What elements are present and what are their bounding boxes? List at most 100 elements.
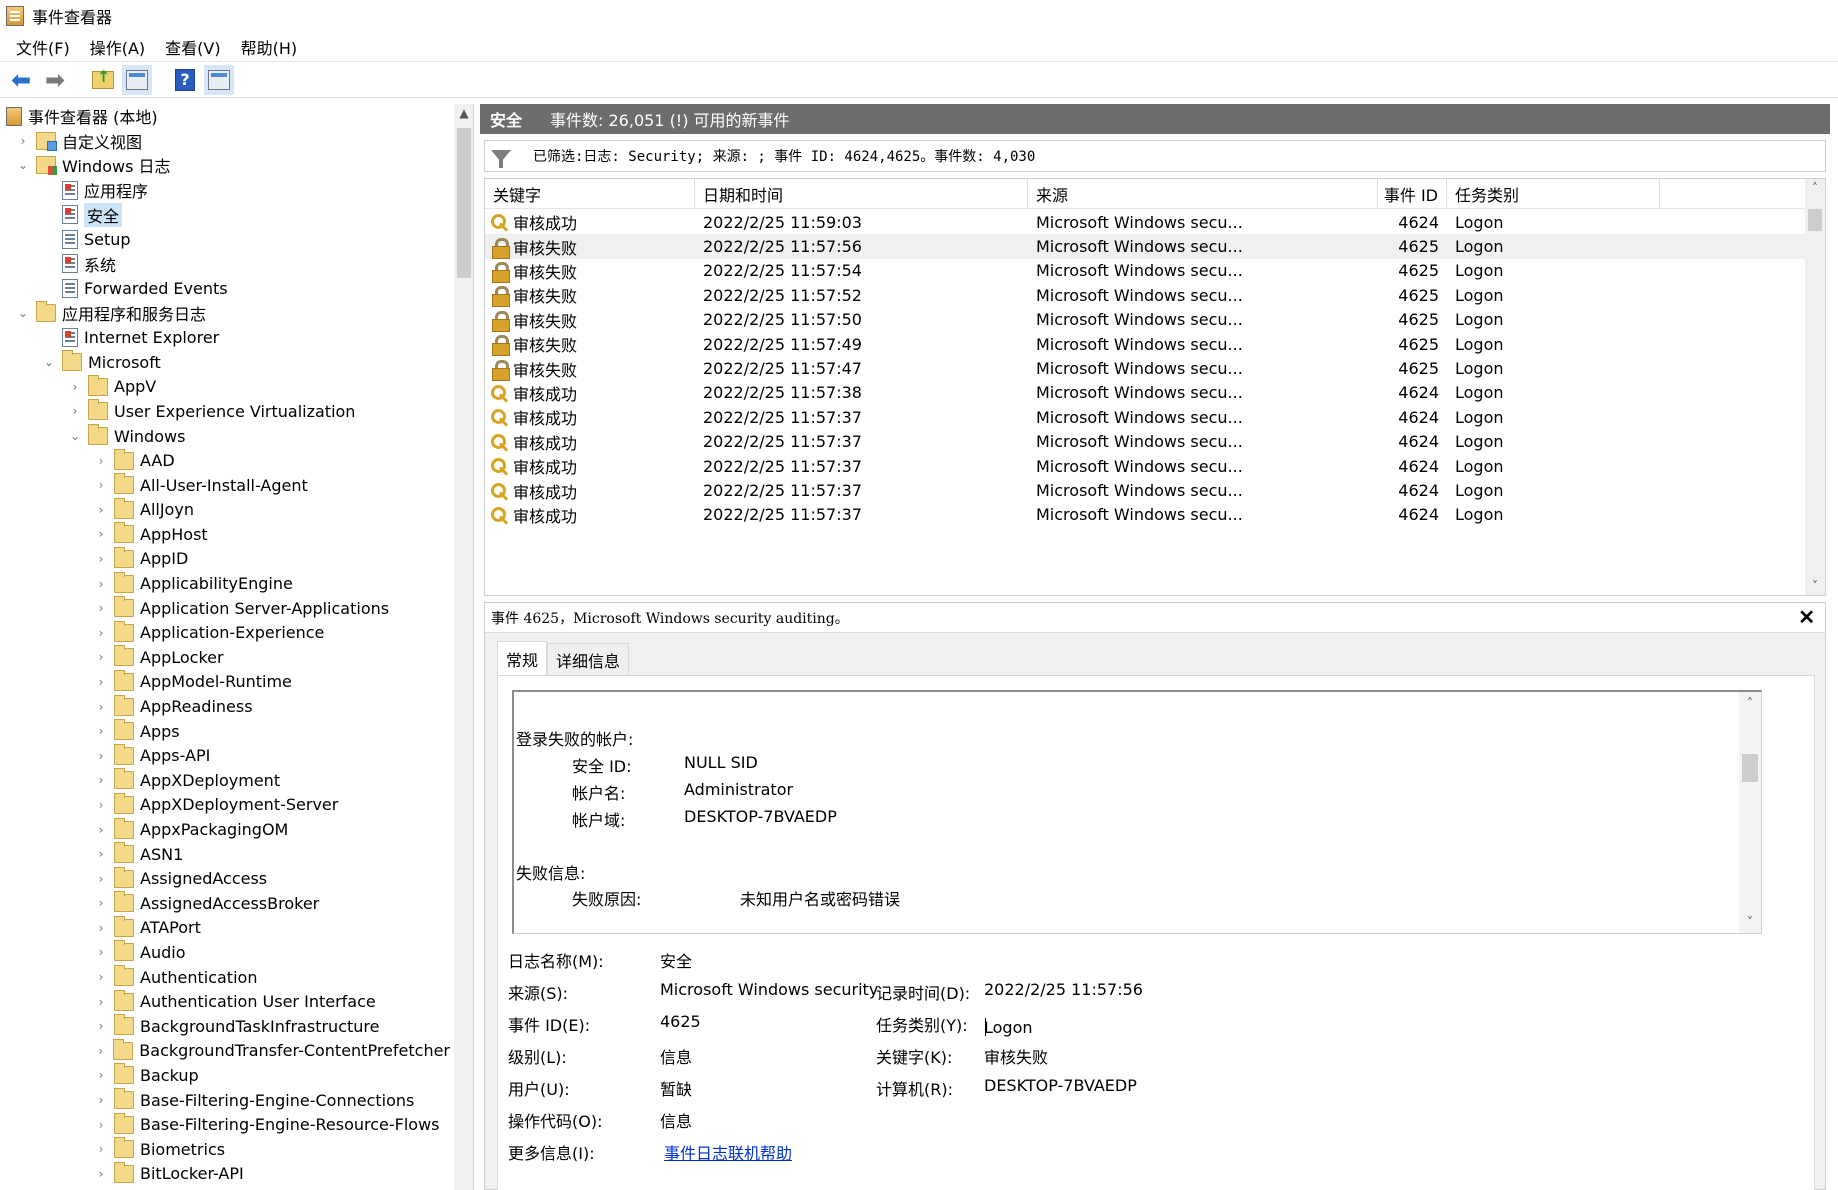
chevron-right-icon[interactable]: › <box>94 749 108 763</box>
table-row[interactable]: 审核成功 2022/2/25 11:57:37 Microsoft Windows … <box>485 478 1805 502</box>
chevron-right-icon[interactable]: › <box>94 970 108 984</box>
tree-item[interactable]: › AppV <box>0 374 450 400</box>
chevron-right-icon[interactable]: › <box>94 1118 108 1132</box>
tree-item[interactable]: › Apps <box>0 719 450 744</box>
chevron-right-icon[interactable]: › <box>94 552 108 566</box>
chevron-right-icon[interactable]: › <box>94 798 108 812</box>
chevron-right-icon[interactable]: › <box>94 1142 108 1156</box>
chevron-right-icon[interactable]: › <box>94 921 108 935</box>
tree-item[interactable]: › 自定义视图 <box>0 129 450 154</box>
event-list-scrollbar[interactable]: ˄ ˅ <box>1805 179 1825 595</box>
chevron-right-icon[interactable]: › <box>94 724 108 738</box>
chevron-right-icon[interactable]: › <box>94 650 108 664</box>
chevron-right-icon[interactable]: › <box>94 1044 107 1058</box>
chevron-right-icon[interactable]: › <box>94 454 108 468</box>
table-row[interactable]: 审核成功 2022/2/25 11:57:37 Microsoft Windows … <box>485 454 1805 478</box>
tree-item[interactable]: ⌄ Windows 日志 <box>0 153 450 178</box>
table-row[interactable]: 审核成功 2022/2/25 11:59:03 Microsoft Windows … <box>485 210 1805 234</box>
chevron-right-icon[interactable]: › <box>94 601 108 615</box>
chevron-down-icon[interactable]: ⌄ <box>16 306 30 320</box>
tab-general[interactable]: 常规 <box>497 641 548 675</box>
tree-item[interactable]: › Biometrics <box>0 1137 450 1162</box>
chevron-right-icon[interactable]: › <box>94 945 108 959</box>
tree-item[interactable]: › Authentication User Interface <box>0 989 450 1014</box>
event-description[interactable]: 登录失败的帐户: 安全 ID: NULL SID 帐户名: Administra… <box>512 690 1762 934</box>
table-row[interactable]: 审核失败 2022/2/25 11:57:56 Microsoft Windows … <box>485 234 1805 259</box>
tree-item[interactable]: › BackgroundTaskInfrastructure <box>0 1014 450 1039</box>
tree-item[interactable]: › Apps-API <box>0 743 450 768</box>
chevron-right-icon[interactable]: › <box>94 1093 108 1107</box>
chevron-right-icon[interactable]: › <box>68 404 82 418</box>
chevron-right-icon[interactable]: › <box>94 700 108 714</box>
chevron-down-icon[interactable]: ˅ <box>1739 915 1761 929</box>
tree-item[interactable]: › AppModel-Runtime <box>0 669 450 695</box>
table-row[interactable]: 审核成功 2022/2/25 11:57:37 Microsoft Windows … <box>485 405 1805 429</box>
table-row[interactable]: 审核失败 2022/2/25 11:57:47 Microsoft Windows … <box>485 356 1805 381</box>
tree-item[interactable]: › AppID <box>0 546 450 572</box>
column-event-id[interactable]: 事件 ID <box>1378 179 1447 208</box>
tree-item[interactable]: › ATAPort <box>0 915 450 941</box>
chevron-up-icon[interactable]: ˄ <box>1739 696 1761 710</box>
chevron-down-icon[interactable]: ⌄ <box>16 158 30 172</box>
online-help-link[interactable]: 事件日志联机帮助 <box>664 1140 792 1164</box>
tree-item[interactable]: › AAD <box>0 448 450 473</box>
table-row[interactable]: 审核成功 2022/2/25 11:57:37 Microsoft Windows … <box>485 503 1805 527</box>
chevron-right-icon[interactable]: › <box>16 134 30 148</box>
chevron-right-icon[interactable]: › <box>94 823 108 837</box>
chevron-right-icon[interactable]: › <box>94 503 108 517</box>
tree-item[interactable]: ⌄ Microsoft <box>0 350 450 375</box>
tree-item[interactable]: › BackgroundTransfer-ContentPrefetcher <box>0 1038 450 1064</box>
tree-scroll-thumb[interactable] <box>457 128 471 278</box>
tree-item[interactable]: › User Experience Virtualization <box>0 399 450 424</box>
tree-item[interactable]: ⌄ 应用程序和服务日志 <box>0 301 450 326</box>
tree-item[interactable]: › AppXDeployment <box>0 768 450 793</box>
tree-item[interactable]: › AppReadiness <box>0 694 450 719</box>
tree-item[interactable]: › ASN1 <box>0 842 450 867</box>
menu-help[interactable]: 帮助(H) <box>231 35 308 59</box>
tree-item[interactable]: › Audio <box>0 940 450 965</box>
menu-view[interactable]: 查看(V) <box>155 35 230 59</box>
up-one-level-button[interactable] <box>88 65 118 95</box>
chevron-right-icon[interactable]: › <box>94 675 108 689</box>
chevron-up-icon[interactable]: ˄ <box>1805 181 1825 195</box>
tree-item[interactable]: 安全 <box>0 202 450 227</box>
chevron-right-icon[interactable]: › <box>94 1068 108 1082</box>
tree-item[interactable]: › Base-Filtering-Engine-Resource-Flows <box>0 1112 450 1137</box>
column-keywords[interactable]: 关键字 <box>485 179 695 208</box>
tree-item[interactable]: Forwarded Events <box>0 276 450 301</box>
event-list-scroll-thumb[interactable] <box>1808 209 1822 231</box>
chevron-right-icon[interactable]: › <box>94 773 108 787</box>
table-row[interactable]: 审核成功 2022/2/25 11:57:37 Microsoft Windows … <box>485 430 1805 454</box>
tree-item[interactable]: ⌄ Windows <box>0 424 450 449</box>
tree-item[interactable]: › ApplicabilityEngine <box>0 571 450 596</box>
tree-item[interactable]: Setup <box>0 227 450 252</box>
chevron-right-icon[interactable]: › <box>94 872 108 886</box>
tree-item[interactable]: 系统 <box>0 252 450 277</box>
chevron-right-icon[interactable]: › <box>94 577 108 591</box>
column-task-category[interactable]: 任务类别 <box>1447 179 1660 208</box>
tree-item[interactable]: › AppHost <box>0 522 450 547</box>
description-scroll-thumb[interactable] <box>1742 754 1758 782</box>
table-row[interactable]: 审核失败 2022/2/25 11:57:49 Microsoft Windows … <box>485 332 1805 357</box>
tree-item[interactable]: › Application Server-Applications <box>0 596 450 621</box>
tree-item[interactable]: › AppxPackagingOM <box>0 817 450 842</box>
back-button[interactable]: ⬅ <box>6 65 36 95</box>
close-icon[interactable]: ✕ <box>1798 605 1815 629</box>
tree-item[interactable]: › Base-Filtering-Engine-Connections <box>0 1088 450 1113</box>
chevron-down-icon[interactable]: ⌄ <box>68 429 82 443</box>
tab-details[interactable]: 详细信息 <box>547 643 630 675</box>
help-button[interactable]: ? <box>170 65 200 95</box>
tree-item[interactable]: › Application-Experience <box>0 620 450 645</box>
tree-item[interactable]: 事件查看器 (本地) <box>0 104 450 129</box>
tree-item[interactable]: › AllJoyn <box>0 497 450 523</box>
tree-item[interactable]: › All-User-Install-Agent <box>0 473 450 498</box>
tree-item[interactable]: › AssignedAccessBroker <box>0 891 450 916</box>
tree-item[interactable]: 应用程序 <box>0 178 450 203</box>
show-hide-tree-button[interactable] <box>122 64 152 95</box>
chevron-down-icon[interactable]: ⌄ <box>42 355 56 369</box>
tree-item[interactable]: › AppXDeployment-Server <box>0 792 450 818</box>
tree-item[interactable]: › Backup <box>0 1063 450 1088</box>
chevron-right-icon[interactable]: › <box>94 478 108 492</box>
tree-item[interactable]: › AssignedAccess <box>0 866 450 891</box>
chevron-right-icon[interactable]: › <box>94 1019 108 1033</box>
